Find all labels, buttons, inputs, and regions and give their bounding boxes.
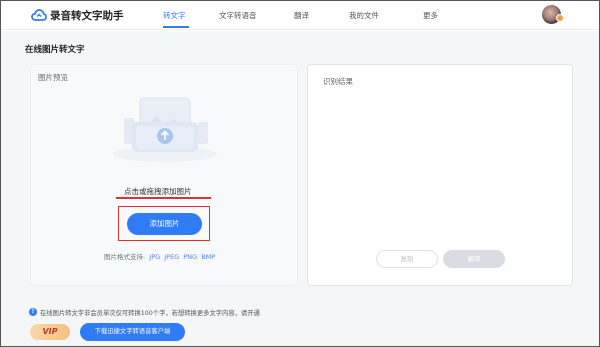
annotation-underline: [116, 197, 211, 199]
result-panel: [307, 64, 573, 286]
preview-label: 图片预览: [38, 73, 68, 82]
cloud-logo-icon: [31, 9, 47, 21]
app-title: 录音转文字助手: [50, 10, 124, 22]
drop-hint: 点击或拖拽添加图片: [124, 187, 192, 196]
nav-text-to-speech[interactable]: 文字转语音: [219, 10, 257, 21]
format-png: PNG: [183, 253, 198, 261]
nav-transcribe[interactable]: 转文字: [163, 10, 186, 21]
result-label: 识别结果: [323, 77, 353, 86]
limit-notice: 在线图片转文字非会员单次仅可转换100个字，若想转换更多文字内容，请开通: [40, 310, 260, 317]
copy-button[interactable]: 复制: [376, 250, 438, 268]
vip-badge[interactable]: VIP: [30, 324, 70, 340]
formats-prefix: 图片格式支持:: [104, 253, 146, 261]
page-title: 在线图片转文字: [25, 45, 85, 55]
download-client-button[interactable]: 下载迅捷文字转语音客户端: [80, 323, 185, 341]
format-jpeg: JPEG: [164, 253, 180, 261]
format-bmp: BMP: [201, 253, 216, 261]
upload-image-illustration-icon: [113, 97, 217, 162]
nav-translate[interactable]: 翻译: [294, 10, 309, 21]
nav-my-files[interactable]: 我的文件: [349, 10, 379, 21]
nav-more[interactable]: 更多: [423, 10, 438, 21]
format-jpg: JPG: [149, 253, 161, 261]
active-tab-indicator: [163, 26, 189, 28]
translate-button[interactable]: 翻译: [443, 250, 505, 268]
add-image-button[interactable]: 添加图片: [127, 213, 202, 235]
avatar-badge-icon: [556, 14, 564, 22]
supported-formats: 图片格式支持: JPG JPEG PNG BMP: [104, 251, 215, 261]
info-icon: !: [29, 308, 37, 316]
